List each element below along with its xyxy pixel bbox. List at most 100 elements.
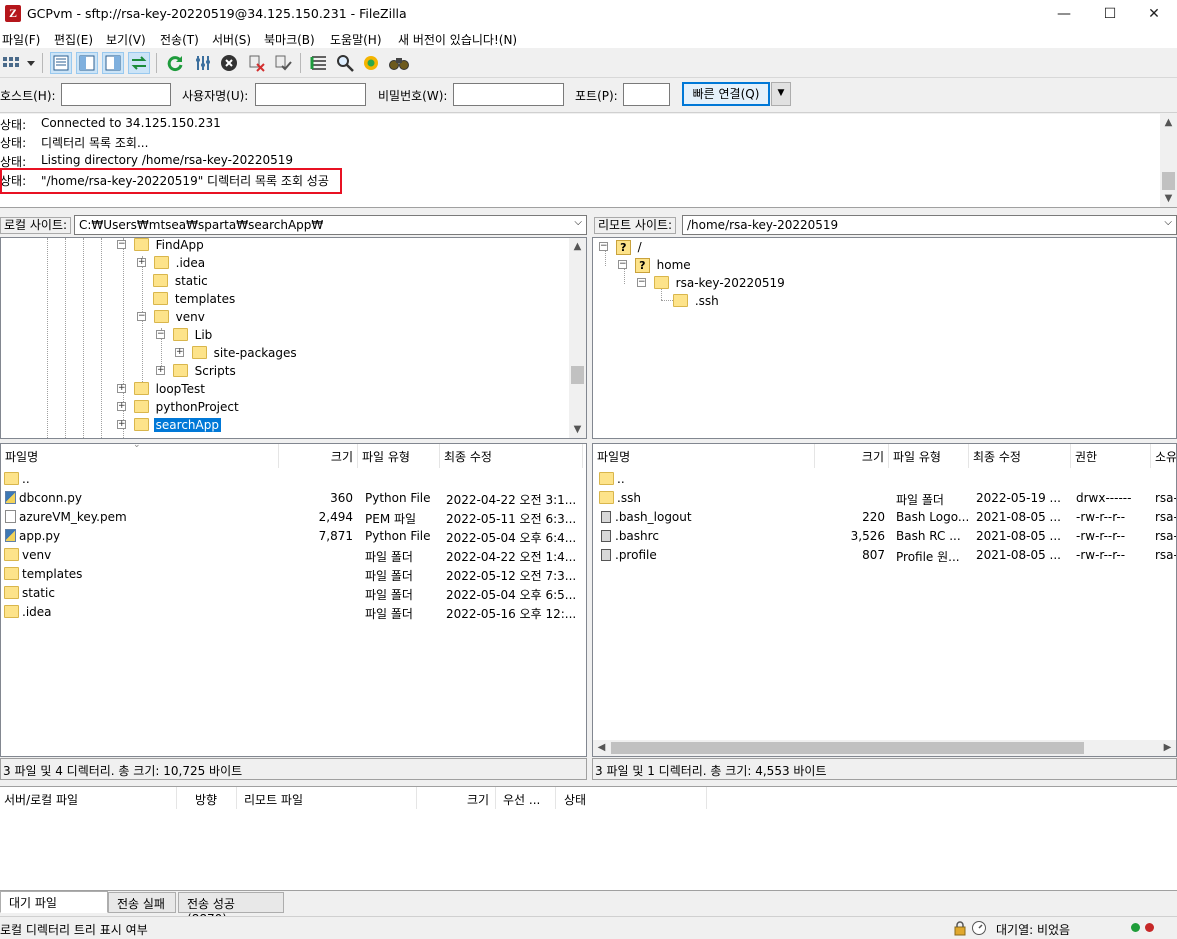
file-row[interactable]: .. bbox=[1, 470, 586, 489]
tree-item-findapp[interactable]: − FindApp bbox=[117, 238, 204, 256]
tree-item-home[interactable]: − ? home bbox=[618, 258, 691, 276]
scroll-up-icon[interactable]: ▲ bbox=[569, 238, 586, 255]
port-input[interactable] bbox=[623, 83, 670, 106]
column-header-type[interactable]: 파일 유형 bbox=[889, 444, 969, 468]
scroll-thumb[interactable] bbox=[571, 366, 584, 384]
search-remote-files-icon[interactable] bbox=[388, 52, 410, 74]
remote-horizontal-scrollbar[interactable]: ◀ ▶ bbox=[593, 740, 1176, 756]
disconnect-icon[interactable] bbox=[246, 52, 268, 74]
tab-successful-transfers[interactable]: 전송 성공 (8870) bbox=[178, 892, 284, 926]
queue-header-local-file[interactable]: 서버/로컬 파일 bbox=[4, 791, 78, 808]
reconnect-icon[interactable] bbox=[272, 52, 294, 74]
file-row[interactable]: azureVM_key.pem 2,494 PEM 파일 2022-05-11 … bbox=[1, 508, 586, 527]
synchronized-browsing-icon[interactable] bbox=[360, 52, 382, 74]
column-header-filename[interactable]: 파일명 ⌃ bbox=[593, 444, 815, 468]
file-row[interactable]: templates 파일 폴더 2022-05-12 오전 7:3... bbox=[1, 565, 586, 584]
tree-item-site-packages[interactable]: + site-packages bbox=[175, 346, 297, 364]
process-queue-icon[interactable] bbox=[192, 52, 214, 74]
column-header-type[interactable]: 파일 유형 bbox=[358, 444, 440, 468]
toggle-local-tree-icon[interactable] bbox=[76, 52, 98, 74]
toggle-message-log-icon[interactable] bbox=[50, 52, 72, 74]
scroll-thumb[interactable] bbox=[1162, 172, 1175, 190]
tree-item-lib[interactable]: − Lib bbox=[156, 328, 212, 346]
queue-header-size[interactable]: 크기 bbox=[467, 791, 489, 808]
scroll-down-icon[interactable]: ▼ bbox=[1160, 190, 1177, 207]
local-path-input[interactable]: C:₩Users₩mtsea₩sparta₩searchApp₩ ⌵ bbox=[74, 215, 587, 235]
tree-item-idea[interactable]: + .idea bbox=[137, 256, 205, 274]
remote-directory-tree[interactable]: − ? / − ? home − rsa-key-20220519 .ssh bbox=[592, 237, 1177, 439]
queue-header-remote-file[interactable]: 리모트 파일 bbox=[244, 791, 303, 808]
scroll-right-icon[interactable]: ▶ bbox=[1159, 739, 1176, 756]
refresh-icon[interactable] bbox=[164, 52, 186, 74]
scroll-down-icon[interactable]: ▼ bbox=[569, 421, 586, 438]
column-header-permissions[interactable]: 권한 bbox=[1071, 444, 1151, 468]
column-header-filename[interactable]: 파일명 ⌄ bbox=[1, 444, 279, 468]
minimize-button[interactable]: — bbox=[1041, 0, 1087, 28]
column-header-modified[interactable]: 최종 수정 bbox=[440, 444, 583, 468]
tree-item-searchapp[interactable]: + searchApp bbox=[117, 418, 221, 436]
quickconnect-button[interactable]: 빠른 연결(Q) bbox=[682, 82, 770, 106]
tree-item-venv[interactable]: − venv bbox=[137, 310, 205, 328]
menu-transfer[interactable]: 전송(T) bbox=[160, 31, 199, 48]
queue-header-status[interactable]: 상태 bbox=[564, 791, 586, 808]
column-header-owner[interactable]: 소유 bbox=[1151, 444, 1176, 468]
menu-server[interactable]: 서버(S) bbox=[212, 31, 251, 48]
file-row[interactable]: .. bbox=[593, 470, 1176, 489]
tab-failed-transfers[interactable]: 전송 실패 bbox=[108, 892, 176, 913]
chevron-down-icon[interactable]: ⌵ bbox=[1164, 217, 1172, 228]
queue-header-direction[interactable]: 방향 bbox=[195, 791, 217, 808]
quickconnect-dropdown-button[interactable]: ▼ bbox=[771, 82, 791, 106]
cancel-operation-icon[interactable] bbox=[218, 52, 240, 74]
file-row[interactable]: static 파일 폴더 2022-05-04 오후 6:5... bbox=[1, 584, 586, 603]
tree-item-templates[interactable]: templates bbox=[153, 292, 235, 310]
close-button[interactable]: ✕ bbox=[1131, 0, 1177, 28]
tree-item-scripts[interactable]: + Scripts bbox=[156, 364, 236, 382]
compare-icon[interactable] bbox=[334, 52, 356, 74]
maximize-button[interactable]: ☐ bbox=[1087, 0, 1133, 28]
column-header-size[interactable]: 크기 bbox=[279, 444, 358, 468]
tree-item-looptest[interactable]: + loopTest bbox=[117, 382, 205, 400]
tree-item-root[interactable]: − ? / bbox=[599, 240, 642, 258]
directory-filter-icon[interactable] bbox=[308, 52, 330, 74]
column-header-size[interactable]: 크기 bbox=[815, 444, 889, 468]
local-tree-scrollbar[interactable]: ▲ ▼ bbox=[569, 238, 586, 438]
password-input[interactable] bbox=[453, 83, 564, 106]
menu-new-version[interactable]: 새 버전이 있습니다!(N) bbox=[398, 31, 517, 48]
file-row[interactable]: .bash_logout 220 Bash Logo... 2021-08-05… bbox=[593, 508, 1176, 527]
file-row[interactable]: .bashrc 3,526 Bash RC ... 2021-08-05 ...… bbox=[593, 527, 1176, 546]
file-row[interactable]: .idea 파일 폴더 2022-05-16 오후 12:... bbox=[1, 603, 586, 622]
file-row[interactable]: dbconn.py 360 Python File 2022-04-22 오전 … bbox=[1, 489, 586, 508]
local-file-list[interactable]: 파일명 ⌄ 크기 파일 유형 최종 수정 .. dbconn.py 360 Pyt… bbox=[0, 443, 587, 757]
tab-queued-files[interactable]: 대기 파일 bbox=[0, 891, 108, 913]
chevron-down-icon[interactable]: ⌵ bbox=[574, 217, 582, 228]
file-row[interactable]: app.py 7,871 Python File 2022-05-04 오후 6… bbox=[1, 527, 586, 546]
transfer-queue[interactable]: 서버/로컬 파일 방향 리모트 파일 크기 우선 ... 상태 bbox=[0, 786, 1177, 890]
queue-header-priority[interactable]: 우선 ... bbox=[503, 791, 540, 808]
menu-view[interactable]: 보기(V) bbox=[106, 31, 146, 48]
speed-limit-icon[interactable] bbox=[971, 920, 987, 939]
menu-help[interactable]: 도움말(H) bbox=[330, 31, 382, 48]
scroll-thumb[interactable] bbox=[611, 742, 1084, 754]
menu-edit[interactable]: 편집(E) bbox=[54, 31, 93, 48]
toggle-transfer-queue-icon[interactable] bbox=[128, 52, 150, 74]
username-input[interactable] bbox=[255, 83, 366, 106]
column-header-modified[interactable]: 최종 수정 bbox=[969, 444, 1071, 468]
tree-item-ssh[interactable]: .ssh bbox=[673, 294, 719, 312]
log-scrollbar[interactable]: ▲ ▼ bbox=[1160, 114, 1177, 207]
menu-bookmarks[interactable]: 북마크(B) bbox=[264, 31, 315, 48]
site-manager-icon[interactable] bbox=[0, 52, 38, 74]
tree-item-rsa-key[interactable]: − rsa-key-20220519 bbox=[637, 276, 785, 294]
remote-path-input[interactable]: /home/rsa-key-20220519 ⌵ bbox=[682, 215, 1177, 235]
local-directory-tree[interactable]: − FindApp + .idea static templates − ven… bbox=[0, 237, 587, 439]
file-row[interactable]: venv 파일 폴더 2022-04-22 오전 1:4... bbox=[1, 546, 586, 565]
menu-file[interactable]: 파일(F) bbox=[2, 31, 40, 48]
tree-item-pythonproject[interactable]: + pythonProject bbox=[117, 400, 239, 418]
tree-item-static[interactable]: static bbox=[153, 274, 208, 292]
scroll-up-icon[interactable]: ▲ bbox=[1160, 114, 1177, 131]
remote-file-list[interactable]: 파일명 ⌃ 크기 파일 유형 최종 수정 권한 소유 .. .ssh 파일 폴더 … bbox=[592, 443, 1177, 757]
file-row[interactable]: .ssh 파일 폴더 2022-05-19 ... drwx------ rsa… bbox=[593, 489, 1176, 508]
host-input[interactable] bbox=[61, 83, 171, 106]
file-row[interactable]: .profile 807 Profile 원... 2021-08-05 ...… bbox=[593, 546, 1176, 565]
scroll-left-icon[interactable]: ◀ bbox=[593, 739, 610, 756]
toggle-remote-tree-icon[interactable] bbox=[102, 52, 124, 74]
